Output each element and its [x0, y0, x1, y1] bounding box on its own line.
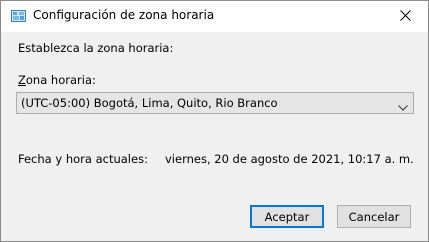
- time-zone-settings-icon: [11, 9, 26, 23]
- cancel-button[interactable]: Cancelar: [337, 205, 411, 228]
- close-icon: [399, 9, 411, 24]
- time-zone-label-mnemonic: Z: [18, 73, 26, 87]
- time-zone-select[interactable]: (UTC-05:00) Bogotá, Lima, Quito, Rio Bra…: [16, 92, 414, 114]
- current-datetime-label: Fecha y hora actuales:: [18, 152, 148, 166]
- time-zone-label-text: ona horaria:: [25, 73, 96, 87]
- current-datetime-value: viernes, 20 de agosto de 2021, 10:17 a. …: [165, 152, 414, 166]
- ok-button[interactable]: Aceptar: [250, 205, 324, 228]
- intro-label: Establezca la zona horaria:: [18, 41, 174, 55]
- time-zone-dialog: Configuración de zona horaria Establezca…: [0, 0, 429, 242]
- window-title: Configuración de zona horaria: [33, 8, 215, 22]
- title-bar[interactable]: Configuración de zona horaria: [1, 1, 428, 32]
- time-zone-label: Zona horaria:: [18, 73, 96, 87]
- time-zone-selected-value: (UTC-05:00) Bogotá, Lima, Quito, Rio Bra…: [21, 96, 278, 110]
- chevron-down-icon: [398, 100, 408, 111]
- close-button[interactable]: [382, 1, 428, 32]
